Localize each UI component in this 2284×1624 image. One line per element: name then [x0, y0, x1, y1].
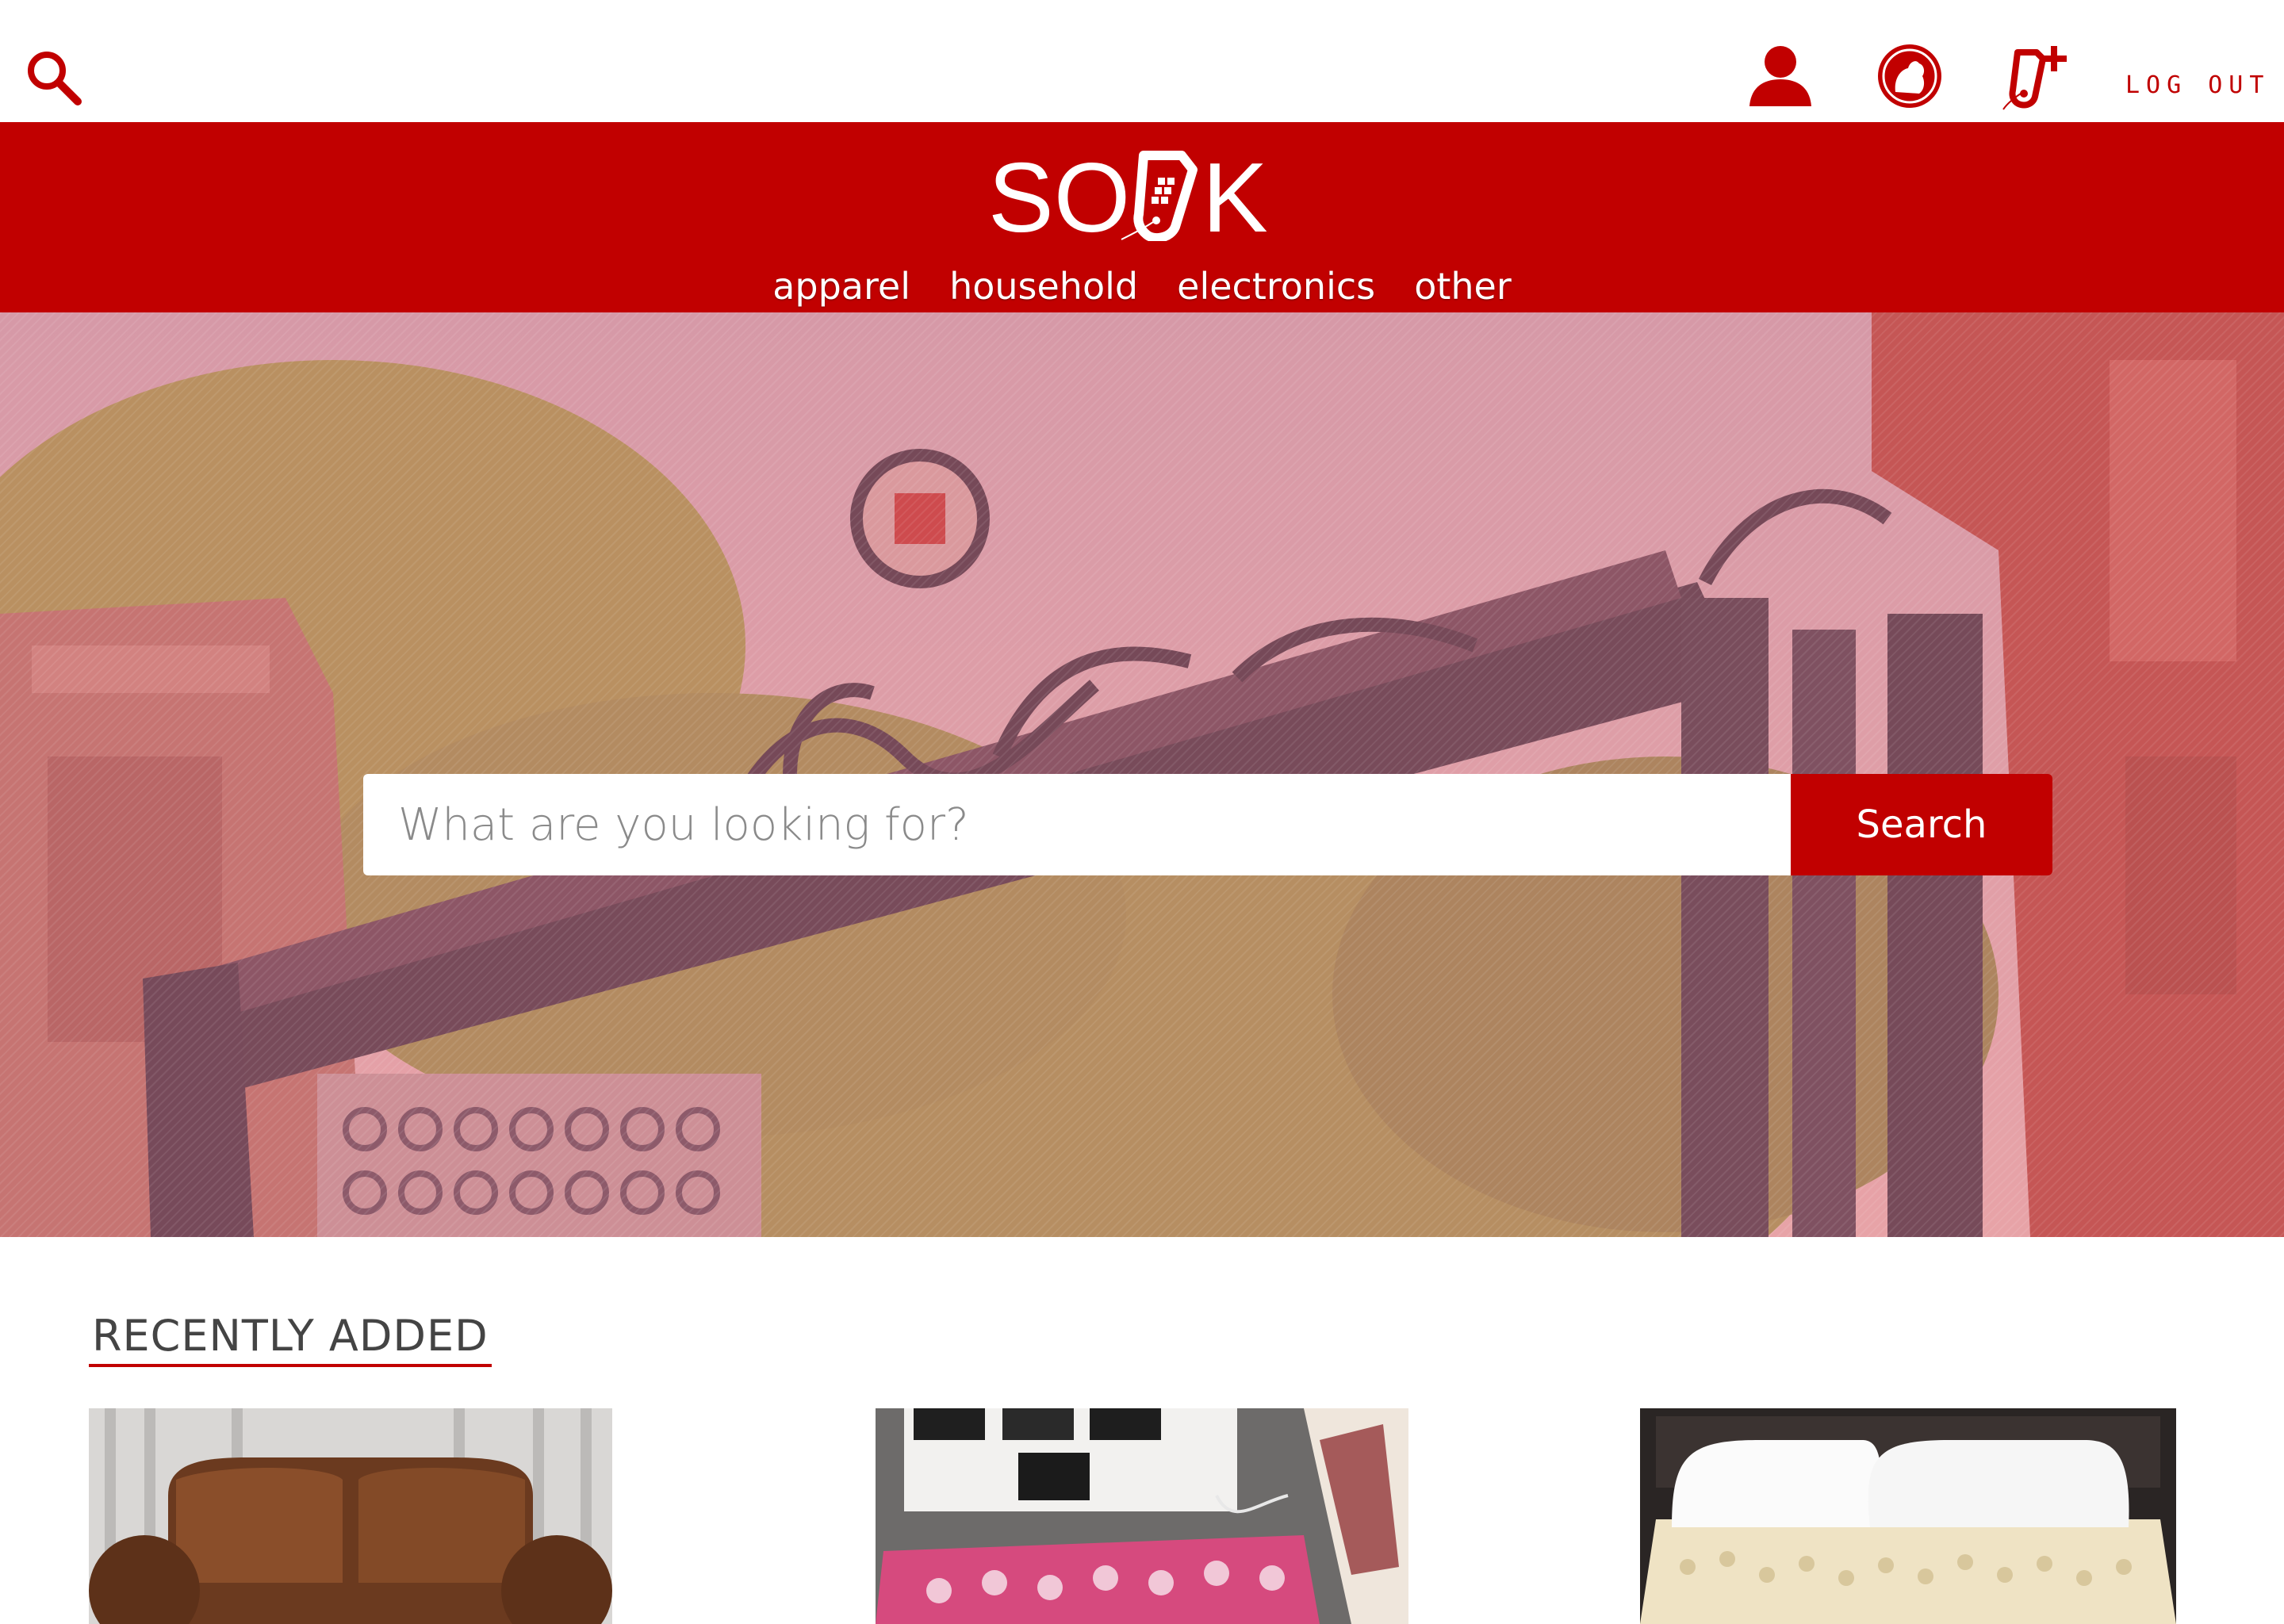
- product-card-loveseat[interactable]: [89, 1408, 612, 1624]
- nav-electronics[interactable]: electronics: [1177, 265, 1375, 308]
- top-utility-bar: LOG OUT: [0, 0, 2284, 122]
- product-card-rug[interactable]: [876, 1408, 1408, 1624]
- nav-apparel[interactable]: apparel: [772, 265, 910, 308]
- product-card-mattress-topper[interactable]: [1640, 1408, 2176, 1624]
- logo-letter-k: K: [1202, 144, 1268, 241]
- product-image: [876, 1408, 1408, 1624]
- logout-link[interactable]: LOG OUT: [2125, 70, 2276, 102]
- product-image: [1640, 1408, 2176, 1624]
- bear-mascot-icon[interactable]: [1876, 43, 1943, 109]
- recently-added-heading: RECENTLY ADDED: [89, 1308, 492, 1367]
- souk-logo[interactable]: SO K: [988, 138, 1290, 241]
- logo-tag-grid-icon: [1152, 178, 1175, 204]
- search-button[interactable]: Search: [1791, 774, 2052, 875]
- category-nav: apparel household electronics other: [0, 265, 2284, 308]
- search-input[interactable]: [363, 774, 1791, 875]
- logo-letters-so: SO: [988, 144, 1130, 241]
- product-image: [89, 1408, 612, 1624]
- site-header: SO K apparel household electronics other: [0, 122, 2284, 312]
- add-listing-tag-icon[interactable]: [2000, 41, 2073, 111]
- user-icon[interactable]: [1748, 43, 1813, 108]
- nav-household[interactable]: household: [949, 265, 1138, 308]
- nav-other[interactable]: other: [1414, 265, 1512, 308]
- search-icon[interactable]: [24, 48, 82, 106]
